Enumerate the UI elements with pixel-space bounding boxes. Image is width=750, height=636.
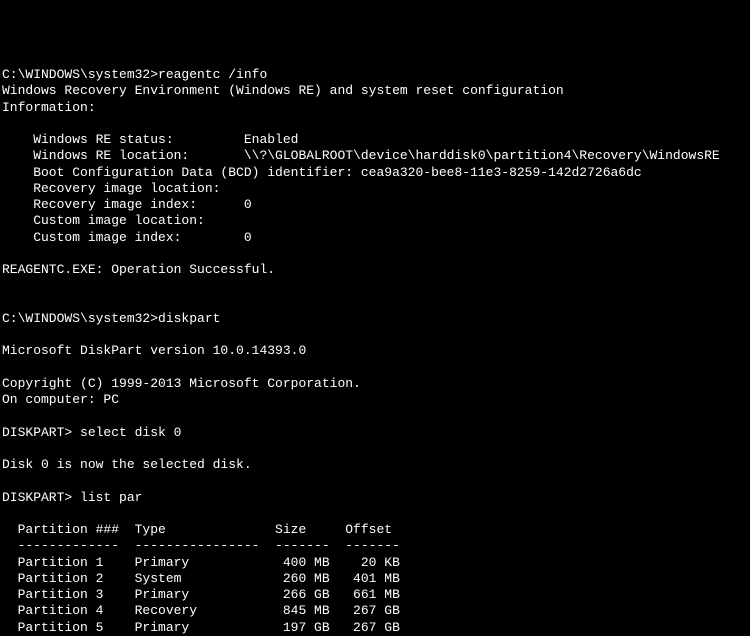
- prompt: C:\WINDOWS\system32>: [2, 311, 158, 326]
- command: select disk 0: [80, 425, 181, 440]
- prompt: C:\WINDOWS\system32>: [2, 67, 158, 82]
- diskpart-result: Disk 0 is now the selected disk.: [2, 457, 252, 472]
- diskpart-computer: On computer: PC: [2, 392, 119, 407]
- blank-line: [2, 116, 10, 131]
- info-label: Custom image index:: [2, 230, 244, 245]
- table-row: Partition 4 Recovery 845 MB 267 GB: [2, 603, 400, 618]
- blank-line: [2, 278, 10, 293]
- output-header: Windows Recovery Environment (Windows RE…: [2, 83, 564, 98]
- info-label: Windows RE location:: [2, 148, 244, 163]
- success-message: REAGENTC.EXE: Operation Successful.: [2, 262, 275, 277]
- info-row: Boot Configuration Data (BCD) identifier…: [2, 165, 642, 180]
- command: diskpart: [158, 311, 220, 326]
- diskpart-prompt: DISKPART>: [2, 490, 80, 505]
- diskpart-command-2: DISKPART> list par: [2, 490, 142, 505]
- info-label: Recovery image index:: [2, 197, 244, 212]
- blank-line: [2, 360, 10, 375]
- table-row: Partition 1 Primary 400 MB 20 KB: [2, 555, 400, 570]
- info-row: Custom image location:: [2, 213, 205, 228]
- command: reagentc /info: [158, 67, 267, 82]
- command-line-2: C:\WINDOWS\system32>diskpart: [2, 311, 220, 326]
- blank-line: [2, 327, 10, 342]
- info-value: Enabled: [244, 132, 299, 147]
- diskpart-prompt: DISKPART>: [2, 425, 80, 440]
- blank-line: [2, 506, 10, 521]
- info-row: Custom image index: 0: [2, 230, 252, 245]
- info-row: Windows RE location: \\?\GLOBALROOT\devi…: [2, 148, 720, 163]
- command: list par: [80, 490, 142, 505]
- diskpart-version: Microsoft DiskPart version 10.0.14393.0: [2, 343, 306, 358]
- blank-line: [2, 441, 10, 456]
- info-row: Recovery image index: 0: [2, 197, 252, 212]
- blank-line: [2, 408, 10, 423]
- blank-line: [2, 246, 10, 261]
- blank-line: [2, 295, 10, 310]
- info-value: 0: [244, 197, 252, 212]
- diskpart-command-1: DISKPART> select disk 0: [2, 425, 181, 440]
- table-row: Partition 5 Primary 197 GB 267 GB: [2, 620, 400, 635]
- command-line-1: C:\WINDOWS\system32>reagentc /info: [2, 67, 267, 82]
- table-header: Partition ### Type Size Offset: [2, 522, 392, 537]
- table-row: Partition 2 System 260 MB 401 MB: [2, 571, 400, 586]
- info-value: 0: [244, 230, 252, 245]
- table-row: Partition 3 Primary 266 GB 661 MB: [2, 587, 400, 602]
- info-value: \\?\GLOBALROOT\device\harddisk0\partitio…: [244, 148, 720, 163]
- output-header: Information:: [2, 100, 96, 115]
- info-row: Windows RE status: Enabled: [2, 132, 298, 147]
- info-label: Windows RE status:: [2, 132, 244, 147]
- blank-line: [2, 473, 10, 488]
- diskpart-copyright: Copyright (C) 1999-2013 Microsoft Corpor…: [2, 376, 361, 391]
- info-row: Recovery image location:: [2, 181, 220, 196]
